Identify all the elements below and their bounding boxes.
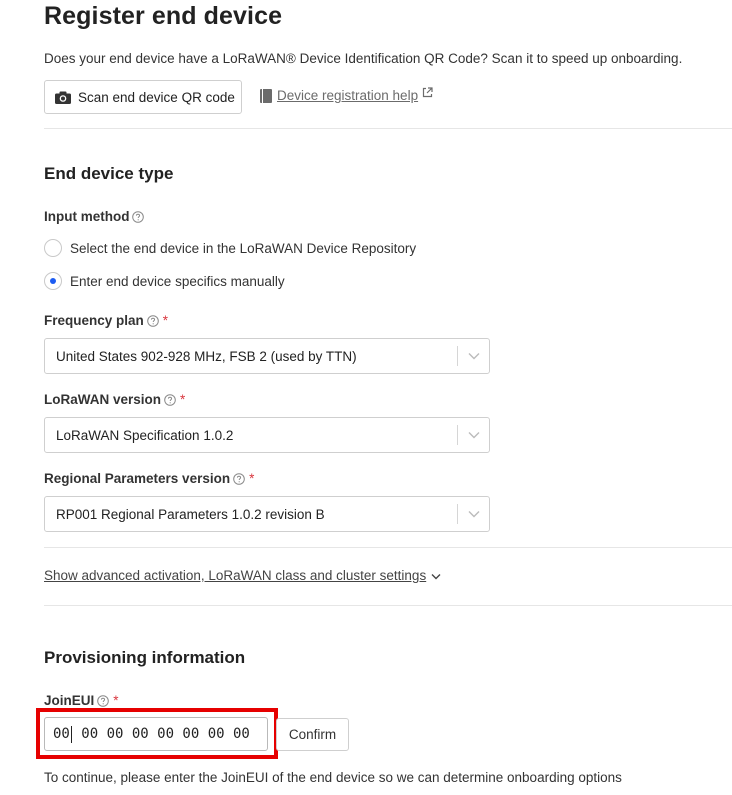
joineui-label-text: JoinEUI — [44, 693, 95, 708]
qr-intro-text: Does your end device have a LoRaWAN® Dev… — [44, 51, 683, 66]
radio-button[interactable] — [44, 239, 62, 257]
joineui-value-rest: 00 00 00 00 00 00 00 — [72, 726, 250, 742]
provisioning-information-title: Provisioning information — [44, 648, 246, 667]
end-device-type-title: End device type — [44, 164, 174, 183]
help-circle-icon[interactable] — [233, 472, 245, 485]
book-icon — [260, 88, 272, 103]
frequency-plan-value: United States 902-928 MHz, FSB 2 (used b… — [56, 348, 357, 364]
regional-parameters-label-text: Regional Parameters version — [44, 471, 231, 486]
lorawan-version-label-text: LoRaWAN version — [44, 392, 162, 407]
required-marker: * — [180, 392, 186, 407]
radio-manual-entry-label: Enter end device specifics manually — [70, 273, 285, 289]
help-circle-icon[interactable] — [146, 314, 159, 327]
lorawan-version-label: LoRaWAN version * — [44, 392, 185, 407]
show-advanced-settings-label: Show advanced activation, LoRaWAN class … — [44, 568, 427, 583]
scan-qr-button[interactable]: Scan end device QR code — [44, 80, 242, 114]
confirm-button-label: Confirm — [288, 727, 337, 742]
lorawan-version-select[interactable]: LoRaWAN Specification 1.0.2 — [44, 417, 490, 453]
chevron-down-icon[interactable] — [458, 431, 489, 439]
required-marker: * — [249, 471, 255, 486]
text-caret — [70, 725, 72, 743]
confirm-button[interactable]: Confirm — [276, 718, 349, 751]
scan-qr-button-label: Scan end device QR code — [78, 89, 235, 105]
help-circle-icon[interactable] — [132, 210, 145, 223]
frequency-plan-label: Frequency plan * — [44, 313, 168, 328]
frequency-plan-select[interactable]: United States 902-928 MHz, FSB 2 (used b… — [44, 338, 490, 374]
camera-icon — [55, 91, 71, 104]
device-registration-help-link[interactable]: Device registration help — [260, 87, 433, 103]
section-divider — [44, 605, 732, 606]
joineui-instruction-text: To continue, please enter the JoinEUI of… — [44, 770, 622, 785]
required-marker: * — [162, 313, 169, 328]
regional-parameters-value: RP001 Regional Parameters 1.0.2 revision… — [56, 506, 325, 522]
help-link-label: Device registration help — [277, 88, 419, 103]
external-link-icon — [422, 87, 433, 98]
help-circle-icon[interactable] — [164, 393, 176, 406]
regional-parameters-label: Regional Parameters version * — [44, 471, 254, 486]
lorawan-version-value: LoRaWAN Specification 1.0.2 — [56, 427, 234, 443]
show-advanced-settings-link[interactable]: Show advanced activation, LoRaWAN class … — [44, 568, 441, 583]
radio-manual-entry[interactable]: Enter end device specifics manually — [44, 272, 285, 290]
required-marker: * — [113, 693, 119, 708]
regional-parameters-select[interactable]: RP001 Regional Parameters 1.0.2 revision… — [44, 496, 490, 532]
chevron-down-icon[interactable] — [458, 352, 489, 360]
input-method-label: Input method — [44, 209, 145, 224]
joineui-input[interactable]: 00 00 00 00 00 00 00 00 — [44, 717, 268, 751]
radio-device-repository[interactable]: Select the end device in the LoRaWAN Dev… — [44, 239, 416, 257]
frequency-plan-label-text: Frequency plan — [44, 313, 144, 328]
chevron-down-icon[interactable] — [458, 510, 489, 518]
help-circle-icon[interactable] — [97, 694, 110, 707]
input-method-label-text: Input method — [44, 209, 130, 224]
chevron-down-icon — [431, 573, 441, 579]
joineui-label: JoinEUI * — [44, 693, 119, 708]
radio-device-repository-label: Select the end device in the LoRaWAN Dev… — [70, 240, 417, 256]
joineui-value-start: 00 — [53, 726, 70, 742]
radio-button-checked[interactable] — [44, 272, 62, 290]
section-divider — [44, 547, 732, 548]
page-title: Register end device — [44, 2, 283, 30]
section-divider — [44, 128, 732, 129]
